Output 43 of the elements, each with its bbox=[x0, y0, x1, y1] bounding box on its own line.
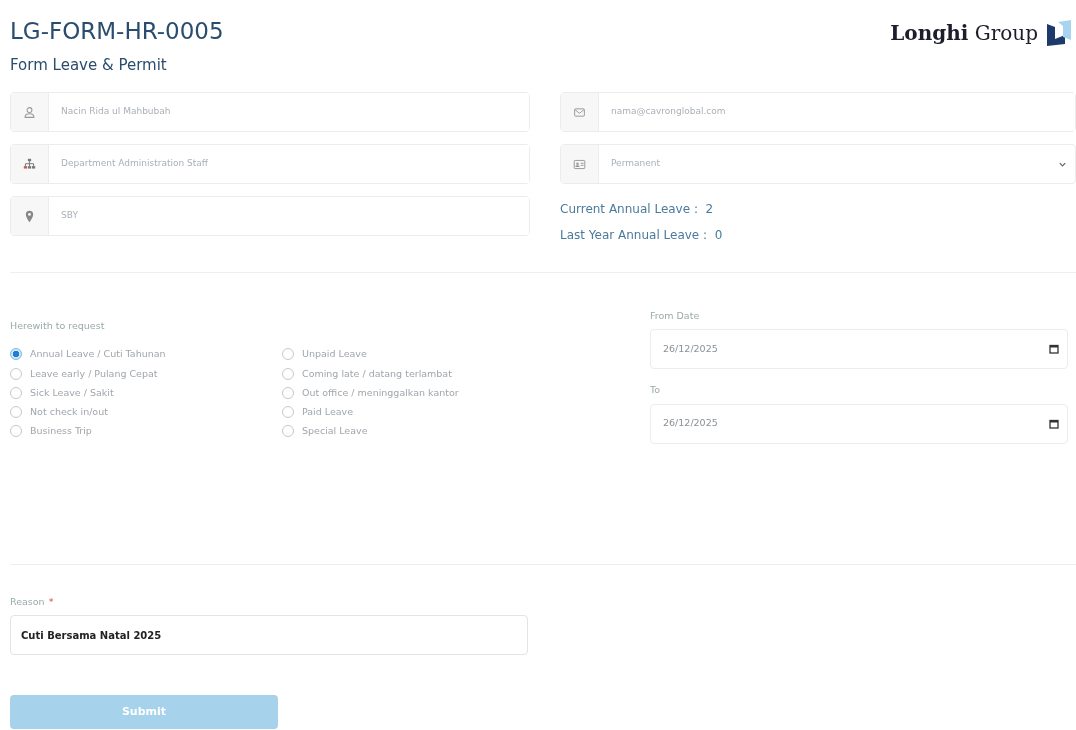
input-field[interactable]: Department Administration Staff bbox=[10, 144, 530, 185]
input-field[interactable]: nama@cavronglobal.com bbox=[560, 92, 1076, 133]
dropdown[interactable]: Permanent bbox=[560, 144, 1076, 185]
field-value: Permanent bbox=[611, 157, 660, 171]
radio-option[interactable]: Leave early / Pulang Cepat bbox=[10, 366, 282, 381]
leave-balance-text: Current Annual Leave : 2 bbox=[560, 201, 715, 219]
location-pin-icon bbox=[23, 209, 36, 223]
date-value: 26/12/2025 bbox=[663, 416, 719, 431]
radio-option[interactable]: Annual Leave / Cuti Tahunan bbox=[10, 347, 282, 362]
radio-option[interactable]: Not check in/out bbox=[10, 405, 282, 420]
date-field[interactable]: 26/12/2025 bbox=[650, 403, 1068, 444]
person-icon bbox=[23, 105, 36, 119]
radio-option[interactable]: Paid Leave bbox=[282, 405, 582, 420]
logo-icon bbox=[1046, 20, 1072, 46]
form-code: LG-FORM-HR-0005 bbox=[10, 18, 224, 46]
section-label: Herewith to request bbox=[10, 319, 106, 334]
input-field[interactable]: Nacin Rida ul Mahbubah bbox=[10, 92, 530, 133]
calendar-icon bbox=[1049, 418, 1059, 429]
logo-text: Longhi Group bbox=[890, 20, 1038, 47]
leave-balance-text: Last Year Annual Leave : 0 bbox=[560, 227, 724, 245]
field-value: Nacin Rida ul Mahbubah bbox=[61, 105, 171, 119]
org-chart-icon bbox=[23, 157, 36, 171]
date-value: 26/12/2025 bbox=[663, 342, 719, 357]
radio-option[interactable]: Business Trip bbox=[10, 424, 282, 439]
reason-field[interactable]: Cuti Bersama Natal 2025 bbox=[10, 615, 528, 656]
form-title: Form Leave & Permit bbox=[10, 54, 168, 76]
radio-option[interactable]: Sick Leave / Sakit bbox=[10, 385, 282, 401]
calendar-icon bbox=[1049, 344, 1059, 355]
field-label: Reason bbox=[10, 595, 45, 610]
required-mark: * bbox=[48, 595, 54, 610]
input-field[interactable]: SBY bbox=[10, 196, 530, 237]
field-label: From Date bbox=[650, 309, 701, 324]
field-value: nama@cavronglobal.com bbox=[611, 105, 726, 119]
radio-option[interactable]: Special Leave bbox=[282, 424, 582, 439]
id-card-icon bbox=[573, 157, 586, 171]
date-field[interactable]: 26/12/2025 bbox=[650, 329, 1068, 370]
radio-option[interactable]: Out office / meninggalkan kantor bbox=[282, 385, 582, 401]
radio-option[interactable]: Unpaid Leave bbox=[282, 347, 582, 362]
field-value: SBY bbox=[61, 209, 78, 223]
field-value: Department Administration Staff bbox=[61, 157, 208, 171]
field-label: To bbox=[650, 383, 661, 398]
envelope-icon bbox=[573, 105, 586, 119]
radio-option[interactable]: Coming late / datang terlambat bbox=[282, 366, 582, 381]
